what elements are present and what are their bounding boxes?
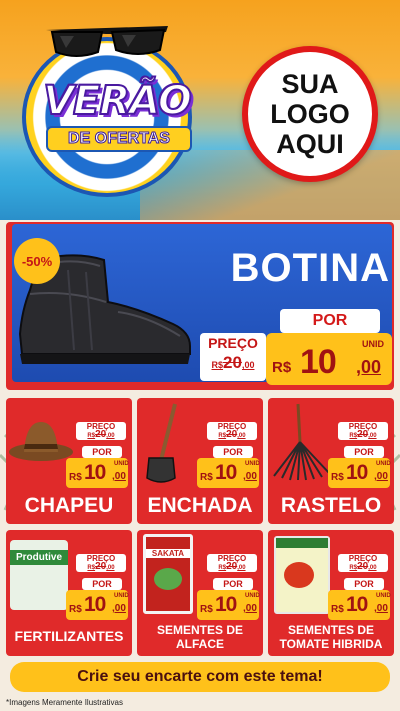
product-card-rastelo[interactable]: PREÇO R$20,00 POR UNID R$ 10 ,00 RASTELO [268,398,394,524]
product-name: SEMENTES DE ALFACE [156,623,243,651]
por-label: POR [344,578,384,590]
product-name: RASTELO [280,494,382,517]
fertilizer-bag-icon: Produtive [10,540,68,610]
por-label: POR [213,578,253,590]
featured-price: 10 [300,343,337,381]
featured-currency: R$ [272,359,292,376]
seed-packet-icon: SAKATA [143,534,193,614]
featured-old-price: R$20,00 [211,353,255,372]
por-label: POR [82,446,122,458]
product-card-sementes-tomate[interactable]: PREÇO R$20,00 POR UNID R$ 10 ,00 SEMENTE… [268,530,394,656]
price-tag: UNID R$ 10 ,00 [328,458,391,488]
old-price-tag: PREÇO R$20,00 [338,422,388,440]
tomato-seed-packet-icon [274,536,330,614]
por-label: POR [82,578,122,590]
featured-product-name: BOTINA [230,246,390,290]
old-price-tag: PREÇO R$20,00 [76,422,126,440]
old-price-tag: PREÇO R$20,00 [76,554,126,572]
product-card-sementes-alface[interactable]: SAKATA PREÇO R$20,00 POR UNID R$ 10 ,00 … [137,530,263,656]
hoe-icon [146,403,177,483]
product-name: FERTILIZANTES [14,628,124,644]
old-price-tag: PREÇO R$20,00 [338,554,388,572]
por-label: POR [213,446,253,458]
pack-brand-label: SAKATA [146,549,190,558]
hat-icon [9,422,73,461]
old-price-tag: PREÇO R$20,00 [207,422,257,440]
product-name: SEMENTES DE TOMATE HIBRIDA [279,623,383,651]
cta-button[interactable]: Crie seu encarte com este tema! [10,662,390,692]
featured-preco-label: PREÇO [208,335,258,351]
product-name: CHAPEU [24,494,114,517]
logo-placeholder[interactable]: SUA LOGO AQUI [242,46,378,182]
product-card-fertilizantes[interactable]: Produtive PREÇO R$20,00 POR UNID R$ 10 ,… [6,530,132,656]
rake-icon [273,403,331,481]
price-tag: UNID R$ 10 ,00 [66,590,129,620]
brand-subtitle: DE OFERTAS [46,126,192,152]
pack-brand-label: Produtive [10,550,68,565]
product-card-enchada[interactable]: PREÇO R$20,00 POR UNID R$ 10 ,00 ENCHADA [137,398,263,524]
logo-line-1: SUA [281,69,339,99]
sunglasses-icon [46,26,168,57]
por-label: POR [344,446,384,458]
discount-badge: -50% [14,238,60,284]
brand-title: VERÃO [42,77,193,125]
price-tag: UNID R$ 10 ,00 [328,590,391,620]
old-price-tag: PREÇO R$20,00 [207,554,257,572]
header-banner: VERÃO DE OFERTAS SUA LOGO AQUI [0,0,400,220]
featured-unit: UNID [362,339,384,349]
featured-por-label: POR [280,309,380,333]
logo-line-2: LOGO [270,99,350,129]
featured-old-price-tag: PREÇO R$20,00 [200,333,266,381]
featured-price-tag: UNID R$ 10 ,00 [266,333,392,385]
product-name: ENCHADA [147,494,253,517]
price-tag: UNID R$ 10 ,00 [197,590,260,620]
price-tag: UNID R$ 10 ,00 [66,458,129,488]
price-tag: UNID R$ 10 ,00 [197,458,260,488]
verao-de-ofertas-badge: VERÃO DE OFERTAS [22,12,197,197]
disclaimer-text: *Imagens Meramente Ilustrativas [6,698,123,707]
featured-cents: ,00 [356,357,382,377]
logo-line-3: AQUI [276,129,344,159]
product-card-chapeu[interactable]: PREÇO R$20,00 POR UNID R$ 10 ,00 CHAPEU [6,398,132,524]
